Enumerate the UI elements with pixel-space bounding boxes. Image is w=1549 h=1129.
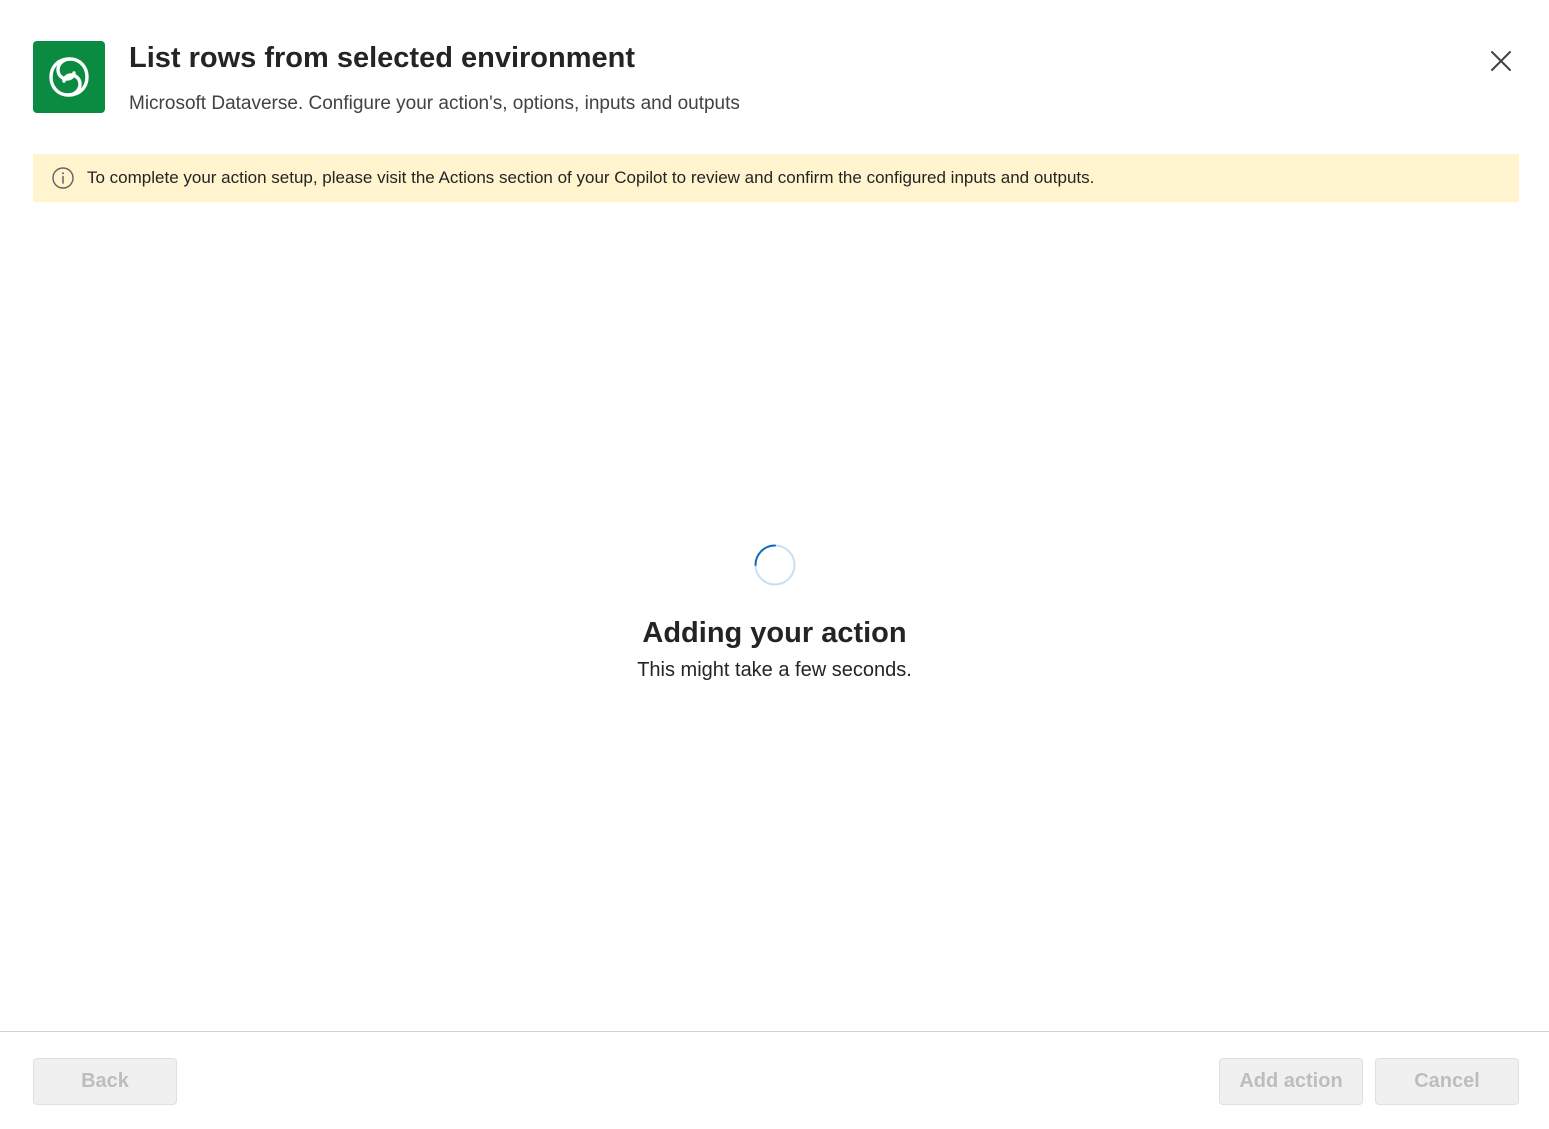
dialog-header: List rows from selected environment Micr…: [33, 41, 1519, 121]
loading-subtitle: This might take a few seconds.: [637, 659, 912, 681]
dialog-subtitle: Microsoft Dataverse. Configure your acti…: [129, 93, 740, 114]
add-action-dialog: List rows from selected environment Micr…: [0, 0, 1549, 1129]
info-message-bar: To complete your action setup, please vi…: [33, 154, 1519, 202]
spinner-icon: [754, 544, 795, 586]
close-icon: [1491, 51, 1511, 71]
close-button[interactable]: [1483, 43, 1519, 79]
add-action-button[interactable]: Add action: [1219, 1058, 1363, 1105]
loading-title: Adding your action: [642, 617, 907, 649]
footer-divider: [0, 1031, 1549, 1032]
info-message-text: To complete your action setup, please vi…: [87, 168, 1095, 187]
back-button[interactable]: Back: [33, 1058, 177, 1105]
dataverse-icon: [49, 57, 89, 97]
dialog-title: List rows from selected environment: [129, 42, 636, 74]
info-icon: [51, 166, 75, 190]
loading-state: Adding your action This might take a few…: [0, 543, 1549, 683]
cancel-button[interactable]: Cancel: [1375, 1058, 1519, 1105]
dataverse-logo: [33, 41, 105, 113]
